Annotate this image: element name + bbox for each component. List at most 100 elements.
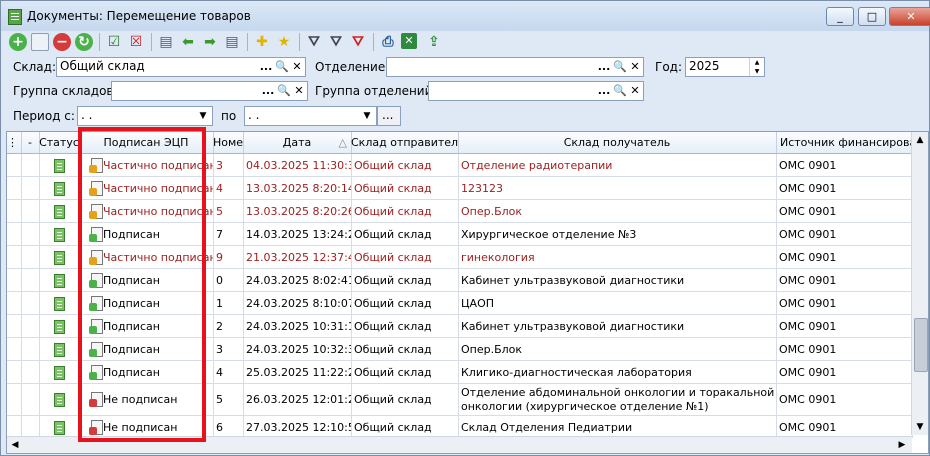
cell-signed: Частично подписан — [79, 154, 214, 176]
cell-date: 13.03.2025 8:20:26 — [243, 200, 352, 222]
copy-icon[interactable]: ▤ — [157, 33, 175, 51]
add-icon[interactable]: + — [9, 33, 27, 51]
filter-clear-icon[interactable]: ⛛ — [349, 33, 367, 51]
delete-icon[interactable]: − — [53, 33, 71, 51]
close-button[interactable]: ✕ — [889, 7, 930, 26]
search-icon[interactable]: 🔍 — [275, 59, 289, 75]
period-more-button[interactable]: ... — [377, 106, 401, 126]
from-text: Общий склад — [354, 421, 432, 434]
god-label: Год: — [655, 60, 682, 74]
table-row[interactable]: Частично подписан 5 13.03.2025 8:20:26 Общи… — [7, 200, 913, 223]
god-spinner[interactable]: 2025 ▲ ▼ — [685, 57, 765, 77]
filter-icon[interactable]: ⛛ — [305, 33, 323, 51]
header-to[interactable]: Склад получатель — [458, 132, 777, 153]
star-add-icon[interactable]: ✚ — [253, 33, 271, 51]
maximize-button[interactable]: □ — [858, 7, 886, 26]
ellipsis-icon[interactable]: ... — [261, 83, 275, 99]
table-row[interactable]: Подписан 7 14.03.2025 13:24:23 Общий склад Х… — [7, 223, 913, 246]
cell-from: Общий склад — [351, 246, 459, 268]
signature-icon — [89, 365, 103, 380]
refresh-icon[interactable]: ↻ — [75, 33, 93, 51]
ellipsis-icon[interactable]: ... — [259, 59, 273, 75]
period-to-field[interactable]: . . ▼ — [244, 106, 377, 126]
period-from-field[interactable]: . . ▼ — [77, 106, 213, 126]
cell-signed: Подписан — [79, 361, 214, 383]
cell-to: 123123 — [458, 177, 777, 199]
signature-state-icon — [89, 372, 97, 380]
paste-icon[interactable]: ▤ — [223, 33, 241, 51]
header-signed[interactable]: Подписан ЭЦП — [79, 132, 214, 153]
vertical-scrollbar[interactable]: ▲ ▼ — [911, 132, 928, 435]
print-icon[interactable]: ⎙ — [379, 33, 397, 51]
cell-ind — [7, 361, 22, 383]
header-indicator[interactable]: ⋮⋮ — [7, 132, 22, 153]
header-date[interactable]: Дата △ — [243, 132, 352, 153]
documents-grid: ⋮⋮ - Статус Подписан ЭЦП Номер Дата △ Ск… — [6, 131, 929, 454]
search-icon[interactable]: 🔍 — [613, 83, 627, 99]
scroll-right-icon[interactable]: ▶ — [894, 437, 910, 453]
horizontal-scrollbar[interactable]: ◀ ▶ — [7, 436, 912, 453]
date-text: 13.03.2025 8:20:14 — [246, 182, 352, 195]
scroll-up-icon[interactable]: ▲ — [912, 132, 928, 148]
clear-icon[interactable]: ✕ — [628, 59, 642, 75]
clear-icon[interactable]: ✕ — [292, 83, 306, 99]
cell-to: Опер.Блок — [458, 200, 777, 222]
vertical-scroll-thumb[interactable] — [914, 318, 928, 372]
search-icon[interactable]: 🔍 — [613, 59, 627, 75]
title-bar[interactable]: Документы: Перемещение товаров _ □ ✕ — [1, 1, 930, 31]
arrow-right-icon[interactable]: ➡ — [201, 33, 219, 51]
from-text: Общий склад — [354, 343, 432, 356]
documents-window: Документы: Перемещение товаров _ □ ✕ + −… — [0, 0, 930, 456]
uncheck-document-icon[interactable]: ☒ — [127, 33, 145, 51]
table-row[interactable]: Подписан 1 24.03.2025 8:10:07 Общий склад ЦА… — [7, 292, 913, 315]
otdelenie-field[interactable]: ... 🔍 ✕ — [386, 57, 644, 77]
header-status[interactable]: Статус — [39, 132, 80, 153]
cell-status — [39, 154, 80, 176]
to-text-line2: онкологии (хирургическое отделение №1) — [461, 400, 709, 413]
dropdown-arrow-icon[interactable]: ▼ — [360, 108, 374, 124]
minimize-button[interactable]: _ — [826, 7, 854, 26]
table-row[interactable]: Частично подписан 9 21.03.2025 12:37:49 Общ… — [7, 246, 913, 269]
arrow-left-icon[interactable]: ⬅ — [179, 33, 197, 51]
table-row[interactable]: Не подписан 5 26.03.2025 12:01:25 Общий скл… — [7, 384, 913, 416]
clear-icon[interactable]: ✕ — [628, 83, 642, 99]
table-row[interactable]: Подписан 3 24.03.2025 10:32:30 Общий склад О… — [7, 338, 913, 361]
to-text: Опер.Блок — [461, 205, 523, 218]
dropdown-arrow-icon[interactable]: ▼ — [196, 108, 210, 124]
cell-status — [39, 292, 80, 314]
scroll-left-icon[interactable]: ◀ — [7, 437, 23, 453]
cell-ind — [7, 269, 22, 291]
table-row[interactable]: Частично подписан 3 04.03.2025 11:30:30 Общ… — [7, 154, 913, 177]
header-number[interactable]: Номер — [213, 132, 244, 153]
sklad-field[interactable]: Общий склад ... 🔍 ✕ — [56, 57, 306, 77]
cell-signed: Не подписан — [79, 384, 214, 415]
filter-edit-icon[interactable]: ⛛ — [327, 33, 345, 51]
signature-state-icon — [89, 303, 97, 311]
spin-arrows-icon[interactable]: ▲ ▼ — [749, 58, 764, 76]
ellipsis-icon[interactable]: ... — [597, 83, 611, 99]
clear-icon[interactable]: ✕ — [290, 59, 304, 75]
scroll-down-icon[interactable]: ▼ — [912, 419, 928, 435]
search-icon[interactable]: 🔍 — [277, 83, 291, 99]
src-text: ОМС 0901 — [779, 297, 837, 310]
table-row[interactable]: Подписан 2 24.03.2025 10:31:17 Общий склад К… — [7, 315, 913, 338]
header-from[interactable]: Склад отправитель — [351, 132, 459, 153]
cell-signed: Частично подписан — [79, 177, 214, 199]
cell-status — [39, 361, 80, 383]
check-document-icon[interactable]: ☑ — [105, 33, 123, 51]
gruppa-otdeleniy-field[interactable]: ... 🔍 ✕ — [428, 81, 644, 101]
table-row[interactable]: Подписан 4 25.03.2025 11:22:21 Общий склад К… — [7, 361, 913, 384]
gruppa-skladov-field[interactable]: ... 🔍 ✕ — [111, 81, 308, 101]
document-status-icon — [54, 393, 65, 407]
edit-document-icon[interactable] — [31, 33, 49, 51]
excel-export-icon[interactable]: ✕ — [401, 33, 417, 49]
upload-icon[interactable]: ⇪ — [425, 33, 443, 51]
star-icon[interactable]: ★ — [275, 33, 293, 51]
table-row[interactable]: Подписан 0 24.03.2025 8:02:41 Общий склад Ка… — [7, 269, 913, 292]
ellipsis-icon[interactable]: ... — [597, 59, 611, 75]
cell-num: 7 — [213, 223, 244, 245]
table-row[interactable]: Частично подписан 4 13.03.2025 8:20:14 Общи… — [7, 177, 913, 200]
header-source[interactable]: Источник финансирования — [776, 132, 918, 153]
cell-to: ЦАОП — [458, 292, 777, 314]
header-dash[interactable]: - — [21, 132, 40, 153]
